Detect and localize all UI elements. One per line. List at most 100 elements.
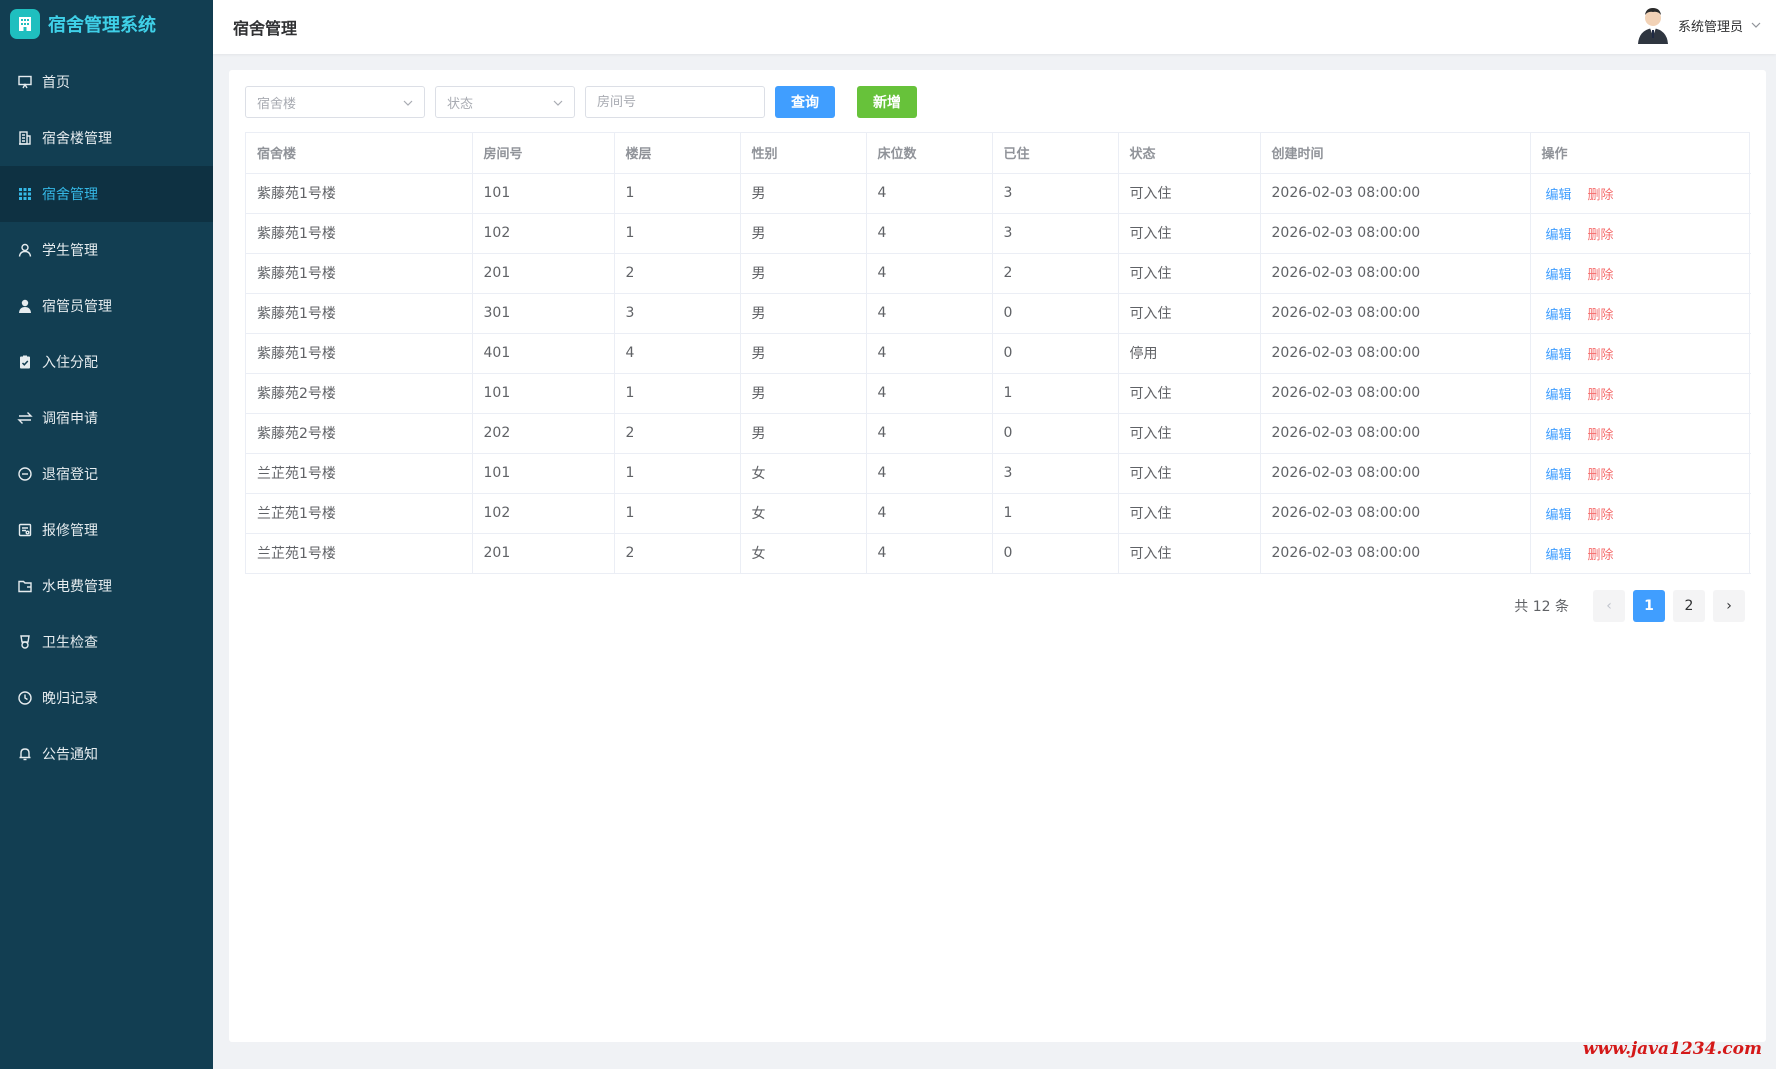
building-icon <box>17 130 33 146</box>
table-cell: 4 <box>866 373 993 414</box>
delete-button[interactable]: 删除 <box>1588 548 1614 563</box>
sidebar-item-6[interactable]: 调宿申请 <box>0 390 213 446</box>
building-select[interactable]: 宿舍楼 <box>245 86 425 118</box>
table-cell: 202 <box>472 413 615 454</box>
table-cell: 紫藤苑2号楼 <box>246 373 473 414</box>
dorm-table: 宿舍楼 房间号 楼层 性别 床位数 已住 状态 创建时间 操作 紫藤苑1号楼 101 1 男 4 3 可入住… <box>245 132 1751 574</box>
chevron-right-icon: › <box>1726 598 1732 614</box>
table-row: 紫藤苑2号楼 202 2 男 4 0 可入住 2026-02-03 08:00:00 编辑 删除 <box>246 413 1751 454</box>
table-cell: 2 <box>614 253 741 294</box>
actions-cell: 编辑 删除 <box>1530 173 1751 214</box>
table-cell: 101 <box>472 453 615 494</box>
page-title: 宿舍管理 <box>233 19 298 38</box>
sidebar-item-label: 调宿申请 <box>42 411 98 427</box>
add-button[interactable]: 新增 <box>857 86 917 118</box>
user-name: 系统管理员 <box>1677 19 1743 35</box>
column-header: 床位数 <box>866 133 993 174</box>
edit-button[interactable]: 编辑 <box>1546 468 1572 483</box>
page-button[interactable]: 2 <box>1673 590 1705 622</box>
sidebar-item-3[interactable]: 学生管理 <box>0 222 213 278</box>
table-cell: 3 <box>614 293 741 334</box>
actions-cell: 编辑 删除 <box>1530 533 1751 574</box>
sidebar-item-1[interactable]: 宿舍楼管理 <box>0 110 213 166</box>
grid-icon <box>17 186 33 202</box>
pagination: 共 12 条 ‹ 12 › <box>1514 590 1745 622</box>
table-cell: 紫藤苑1号楼 <box>246 253 473 294</box>
edit-button[interactable]: 编辑 <box>1546 188 1572 203</box>
table-cell: 3 <box>992 173 1119 214</box>
top-header: 宿舍管理 系统管理员 <box>213 0 1776 54</box>
bell-icon <box>17 746 33 762</box>
table-cell: 0 <box>992 293 1119 334</box>
chevron-left-icon: ‹ <box>1606 598 1612 614</box>
user-menu[interactable]: 系统管理员 <box>1636 5 1762 45</box>
table-row: 兰芷苑1号楼 201 2 女 4 0 可入住 2026-02-03 08:00:00 编辑 删除 <box>246 533 1751 574</box>
table-cell: 可入住 <box>1118 173 1261 214</box>
delete-button[interactable]: 删除 <box>1588 468 1614 483</box>
sidebar-item-11[interactable]: 晚归记录 <box>0 670 213 726</box>
sidebar-item-2[interactable]: 宿舍管理 <box>0 166 213 222</box>
table-cell: 女 <box>740 453 867 494</box>
table-cell: 4 <box>866 333 993 374</box>
edit-button[interactable]: 编辑 <box>1546 388 1572 403</box>
sidebar-item-10[interactable]: 卫生检查 <box>0 614 213 670</box>
sidebar-item-5[interactable]: 入住分配 <box>0 334 213 390</box>
edit-button[interactable]: 编辑 <box>1546 508 1572 523</box>
status-select[interactable]: 状态 <box>435 86 575 118</box>
edit-button[interactable]: 编辑 <box>1546 548 1572 563</box>
delete-button[interactable]: 删除 <box>1588 188 1614 203</box>
page-button[interactable]: 1 <box>1633 590 1665 622</box>
actions-cell: 编辑 删除 <box>1530 413 1751 454</box>
sidebar-item-12[interactable]: 公告通知 <box>0 726 213 782</box>
next-page-button[interactable]: › <box>1713 590 1745 622</box>
sidebar-item-9[interactable]: 水电费管理 <box>0 558 213 614</box>
sidebar-item-8[interactable]: 报修管理 <box>0 502 213 558</box>
column-header: 创建时间 <box>1260 133 1531 174</box>
edit-button[interactable]: 编辑 <box>1546 268 1572 283</box>
edit-button[interactable]: 编辑 <box>1546 228 1572 243</box>
delete-button[interactable]: 删除 <box>1588 268 1614 283</box>
table-cell: 2026-02-03 08:00:00 <box>1260 493 1531 534</box>
actions-cell: 编辑 删除 <box>1530 333 1751 374</box>
table-row: 兰芷苑1号楼 102 1 女 4 1 可入住 2026-02-03 08:00:00 编辑 删除 <box>246 493 1751 534</box>
delete-button[interactable]: 删除 <box>1588 228 1614 243</box>
column-header: 楼层 <box>614 133 741 174</box>
table-header-row: 宿舍楼 房间号 楼层 性别 床位数 已住 状态 创建时间 操作 <box>246 133 1751 174</box>
page-numbers: 12 <box>1625 590 1705 622</box>
user-icon <box>17 242 33 258</box>
delete-button[interactable]: 删除 <box>1588 508 1614 523</box>
table-cell: 101 <box>472 173 615 214</box>
edit-button[interactable]: 编辑 <box>1546 428 1572 443</box>
sidebar-item-label: 宿舍楼管理 <box>42 131 112 147</box>
table-cell: 2026-02-03 08:00:00 <box>1260 253 1531 294</box>
edit-button[interactable]: 编辑 <box>1546 308 1572 323</box>
avatar <box>1637 8 1668 44</box>
delete-button[interactable]: 删除 <box>1588 348 1614 363</box>
delete-button[interactable]: 删除 <box>1588 428 1614 443</box>
table-cell: 停用 <box>1118 333 1261 374</box>
table-cell: 2026-02-03 08:00:00 <box>1260 293 1531 334</box>
table-cell: 男 <box>740 293 867 334</box>
table-cell: 可入住 <box>1118 453 1261 494</box>
delete-button[interactable]: 删除 <box>1588 308 1614 323</box>
table-cell: 2026-02-03 08:00:00 <box>1260 413 1531 454</box>
prev-page-button[interactable]: ‹ <box>1593 590 1625 622</box>
room-number-input[interactable] <box>585 86 765 118</box>
chevron-down-icon <box>403 100 413 106</box>
sidebar-item-0[interactable]: 首页 <box>0 54 213 110</box>
table-body: 紫藤苑1号楼 101 1 男 4 3 可入住 2026-02-03 08:00:00 编辑 删除紫… <box>246 173 1751 574</box>
sidebar-item-label: 公告通知 <box>42 747 98 763</box>
main-card: 宿舍楼 状态 查询 新增 宿舍楼房间号楼层性别床位数已住状态创建时间操作 紫藤 <box>229 70 1766 1042</box>
table-cell: 4 <box>866 293 993 334</box>
table-cell: 紫藤苑2号楼 <box>246 413 473 454</box>
edit-button[interactable]: 编辑 <box>1546 348 1572 363</box>
table-cell: 男 <box>740 373 867 414</box>
brand[interactable]: 宿舍管理系统 <box>0 0 213 48</box>
delete-button[interactable]: 删除 <box>1588 388 1614 403</box>
sidebar-item-7[interactable]: 退宿登记 <box>0 446 213 502</box>
search-button[interactable]: 查询 <box>775 86 835 118</box>
sidebar-item-label: 宿管员管理 <box>42 299 112 315</box>
table-cell: 4 <box>866 533 993 574</box>
table-cell: 男 <box>740 253 867 294</box>
sidebar-item-4[interactable]: 宿管员管理 <box>0 278 213 334</box>
